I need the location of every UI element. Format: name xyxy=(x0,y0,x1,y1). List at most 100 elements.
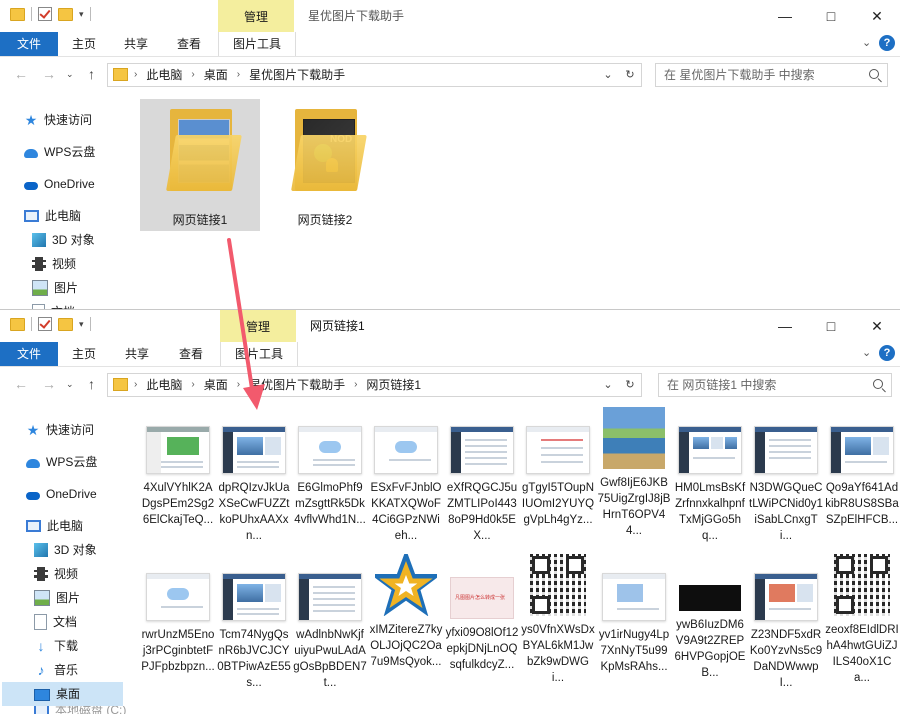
breadcrumb-item[interactable]: 此电脑 xyxy=(137,374,191,396)
breadcrumb-item[interactable]: 网页链接1 xyxy=(357,374,430,396)
search-icon[interactable] xyxy=(869,69,879,79)
file-name: ESxFvFJnblOKKATXQWoF4Ci6GPzNWieh... xyxy=(370,482,442,542)
file-name: 4XulVYhlK2ADgsPEm2Sg26ElCkajTeQ... xyxy=(141,482,215,526)
refresh-icon[interactable]: ↻ xyxy=(620,374,640,396)
breadcrumb-item[interactable]: 此电脑 xyxy=(137,64,191,86)
tab-view[interactable]: 查看 xyxy=(164,32,214,56)
file-item[interactable]: Tcm74NygQsnR6bJVCJCY0BTPiwAzE55s... xyxy=(217,565,291,691)
file-item[interactable]: Z23NDF5xdRKo0YzvNs5c9DaNDWwwpI... xyxy=(749,565,823,691)
minimize-button[interactable]: — xyxy=(762,0,808,32)
nav-3d-objects[interactable]: 3D 对象 xyxy=(34,538,97,562)
minimize-button[interactable]: — xyxy=(762,310,808,342)
breadcrumb-item[interactable]: 星优图片下载助手 xyxy=(240,64,354,86)
nav-documents[interactable]: 文档 xyxy=(32,300,75,309)
file-item[interactable]: xIMZitereZ7kyOLJOjQC2Oa7u9MsQyok... xyxy=(369,554,443,670)
file-item[interactable]: wAdlnbNwKjfuiyuPwuLAdAgOsBpBDEN7t... xyxy=(293,565,367,691)
expand-ribbon-icon[interactable]: ⌄ xyxy=(862,346,871,359)
tab-view[interactable]: 查看 xyxy=(166,342,216,366)
history-dropdown-icon[interactable]: ⌄ xyxy=(598,374,618,396)
file-item[interactable]: ESxFvFJnblOKKATXQWoF4Ci6GPzNWieh... xyxy=(369,418,443,544)
nav-pictures[interactable]: 图片 xyxy=(34,586,80,610)
file-item[interactable]: E6GlmoPhf9mZsgttRk5Dk4vflvWhd1N... xyxy=(293,418,367,528)
properties-check-icon[interactable] xyxy=(38,7,52,21)
nav-wps-cloud[interactable]: WPS云盘 xyxy=(24,140,95,164)
breadcrumb-item[interactable]: 桌面 xyxy=(195,374,237,396)
image-thumbnail xyxy=(526,426,590,474)
breadcrumb-item[interactable]: 桌面 xyxy=(195,64,237,86)
file-item[interactable]: yv1irNugy4Lp7XnNyT5u99KpMsRAhs... xyxy=(597,565,671,675)
customize-toolbar-icon[interactable]: ▾ xyxy=(79,9,84,20)
file-item[interactable]: Gwf8IjE6JKB75UigZrgIJ8jBHrnT6OPV44... xyxy=(597,407,671,539)
nav-local-disk[interactable]: 本地磁盘 (C:) xyxy=(34,706,126,714)
up-arrow-icon[interactable]: ↑ xyxy=(88,376,95,392)
maximize-button[interactable]: □ xyxy=(808,310,854,342)
search-input[interactable]: 在 网页链接1 中搜索 xyxy=(658,373,892,397)
file-item[interactable]: dpRQIzvJkUaXSeCwFUZZtkoPUhxAAXxn... xyxy=(217,418,291,544)
tab-home[interactable]: 主页 xyxy=(60,32,108,56)
nav-videos[interactable]: 视频 xyxy=(32,252,76,276)
close-button[interactable]: ✕ xyxy=(854,310,900,342)
nav-desktop[interactable]: 桌面 xyxy=(2,682,123,706)
nav-wps-cloud[interactable]: WPS云盘 xyxy=(26,450,97,474)
folder-item[interactable]: NOD 网页链接2 xyxy=(265,99,385,231)
refresh-icon[interactable]: ↻ xyxy=(620,64,640,86)
search-input[interactable]: 在 星优图片下载助手 中搜索 xyxy=(655,63,888,87)
file-item[interactable]: ys0VfnXWsDxBYAL6kM1JwbZk9wDWGi... xyxy=(521,554,595,686)
tab-share[interactable]: 共享 xyxy=(112,342,162,366)
file-item[interactable]: ywB6IuzDM6V9A9t2ZREP6HVPGopjOEB... xyxy=(673,565,747,681)
nav-documents[interactable]: 文档 xyxy=(34,610,77,634)
search-icon[interactable] xyxy=(873,379,883,389)
forward-arrow-icon[interactable]: → xyxy=(42,66,56,82)
maximize-button[interactable]: □ xyxy=(808,0,854,32)
file-item[interactable]: gTgyI5TOupNIUOmI2YUYQgVpLh4gYz... xyxy=(521,418,595,528)
file-item[interactable]: rwrUnzM5Enoj3rPCginbtetFPJFpbzbpzn... xyxy=(141,565,215,675)
file-item[interactable]: 凡图图片怎么转成一张 yfxi09O8lOf12epkjDNjLnOQsqful… xyxy=(445,565,519,673)
address-bar[interactable]: › 此电脑 › 桌面 › 星优图片下载助手 › 网页链接1 ⌄ ↻ xyxy=(107,373,642,397)
recent-dropdown-icon[interactable]: ⌄ xyxy=(66,379,74,390)
card-text: 凡图图片怎么转成一张 xyxy=(455,595,506,601)
breadcrumb-item[interactable]: 星优图片下载助手 xyxy=(240,374,354,396)
nav-quick-access[interactable]: ★ 快速访问 xyxy=(26,418,94,442)
address-bar[interactable]: › 此电脑 › 桌面 › 星优图片下载助手 ⌄ ↻ xyxy=(107,63,642,87)
close-button[interactable]: ✕ xyxy=(854,0,900,32)
nav-downloads[interactable]: ↓ 下载 xyxy=(34,634,79,658)
history-dropdown-icon[interactable]: ⌄ xyxy=(598,64,618,86)
recent-dropdown-icon[interactable]: ⌄ xyxy=(66,69,74,80)
back-arrow-icon[interactable]: ← xyxy=(14,66,28,82)
forward-arrow-icon[interactable]: → xyxy=(42,376,56,392)
nav-3d-objects[interactable]: 3D 对象 xyxy=(32,228,95,252)
back-arrow-icon[interactable]: ← xyxy=(14,376,28,392)
tab-file[interactable]: 文件 xyxy=(0,32,58,56)
new-folder-icon[interactable] xyxy=(58,7,73,21)
file-item[interactable]: zeoxf8EIdlDRIhA4hwtGUiZJILS40oX1Ca... xyxy=(825,554,899,686)
help-icon[interactable]: ? xyxy=(879,345,895,361)
nav-this-pc[interactable]: 此电脑 xyxy=(26,514,83,538)
tab-home[interactable]: 主页 xyxy=(60,342,108,366)
nav-onedrive[interactable]: OneDrive xyxy=(26,482,97,506)
up-arrow-icon[interactable]: ↑ xyxy=(88,66,95,82)
nav-pictures[interactable]: 图片 xyxy=(32,276,78,300)
tab-picture-tools[interactable]: 图片工具 xyxy=(218,32,296,56)
tab-share[interactable]: 共享 xyxy=(112,32,160,56)
file-item[interactable]: eXfRQGCJ5uZMTLIPoI4438oP9Hd0k5EX... xyxy=(445,418,519,544)
help-icon[interactable]: ? xyxy=(879,35,895,51)
file-item[interactable]: Qo9aYf641AdkibR8US8SBaSZpElHFCB... xyxy=(825,418,899,528)
search-placeholder: 在 星优图片下载助手 中搜索 xyxy=(664,68,815,82)
nav-videos[interactable]: 视频 xyxy=(34,562,78,586)
nav-this-pc[interactable]: 此电脑 xyxy=(24,204,81,228)
nav-music[interactable]: ♪ 音乐 xyxy=(34,658,79,682)
properties-check-icon[interactable] xyxy=(38,317,52,331)
customize-toolbar-icon[interactable]: ▾ xyxy=(79,319,84,330)
new-folder-icon[interactable] xyxy=(58,317,73,331)
manage-tab[interactable]: 管理 xyxy=(218,0,294,32)
expand-ribbon-icon[interactable]: ⌄ xyxy=(862,36,871,49)
tab-file[interactable]: 文件 xyxy=(0,342,58,366)
folder-item[interactable]: 网页链接1 xyxy=(140,99,260,231)
file-item[interactable]: HM0LmsBsKfZrfnnxkalhpnfTxMjGGo5hq... xyxy=(673,418,747,544)
nav-onedrive[interactable]: OneDrive xyxy=(24,172,95,196)
file-item[interactable]: 4XulVYhlK2ADgsPEm2Sg26ElCkajTeQ... xyxy=(141,418,215,528)
manage-tab[interactable]: 管理 xyxy=(220,310,296,342)
tab-picture-tools[interactable]: 图片工具 xyxy=(220,342,298,366)
file-item[interactable]: N3DWGQueCtLWiPCNid0y1iSabLCnxgTi... xyxy=(749,418,823,544)
nav-quick-access[interactable]: ★ 快速访问 xyxy=(24,108,92,132)
